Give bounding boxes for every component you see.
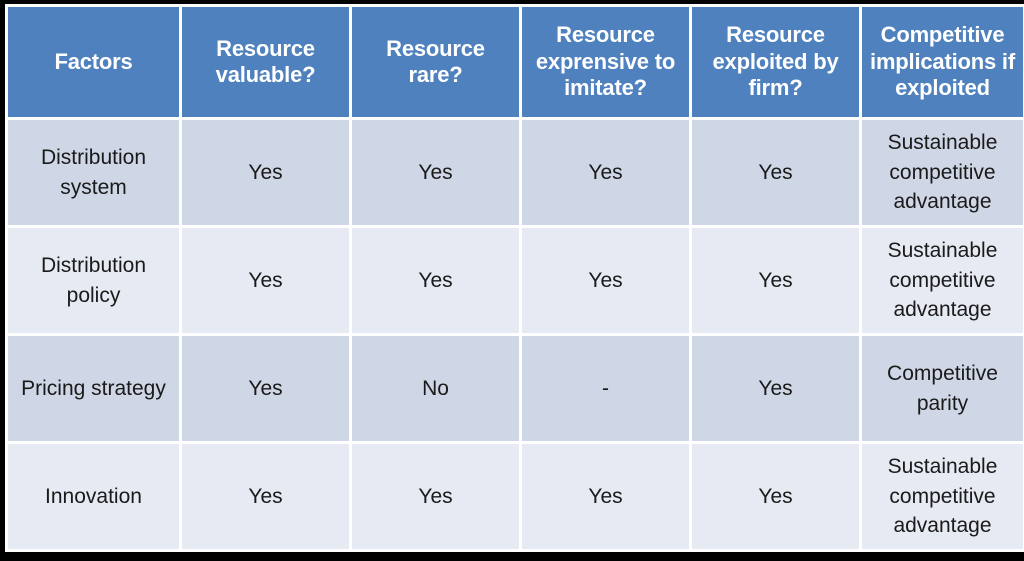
cell-competitive-implications-value: Competitive parity [887,361,998,415]
cell-resource-exploited-by-firm: Yes [692,336,859,441]
cell-resource-rare-value: Yes [418,268,453,292]
cell-resource-valuable: Yes [182,228,349,333]
header-row: Factors Resource valuable? Resource rare… [8,7,1023,117]
vrio-resource-analysis-table: Factors Resource valuable? Resource rare… [5,4,1024,552]
cell-resource-expensive-to-imitate: - [522,336,689,441]
cell-resource-exploited-by-firm: Yes [692,228,859,333]
cell-resource-exploited-by-firm-value: Yes [758,160,793,184]
column-header-resource-exploited-by-firm: Resource exploited by firm? [692,7,859,117]
cell-resource-exploited-by-firm-value: Yes [758,268,793,292]
column-header-competitive-implications: Competitive implications if exploited [862,7,1023,117]
table-row: Distribution policy Yes Yes Yes Yes Sust… [8,228,1023,333]
cell-competitive-implications-value: Sustainable competitive advantage [887,238,998,322]
cell-resource-rare-value: Yes [418,160,453,184]
cell-competitive-implications: Sustainable competitive advantage [862,444,1023,549]
column-header-resource-exploited-by-firm-label: Resource exploited by firm? [712,22,839,101]
cell-factor: Pricing strategy [8,336,179,441]
cell-factor: Distribution system [8,120,179,225]
cell-resource-expensive-to-imitate-value: Yes [588,484,623,508]
cell-resource-exploited-by-firm: Yes [692,120,859,225]
column-header-factors: Factors [8,7,179,117]
table-body: Distribution system Yes Yes Yes Yes Sust… [8,120,1023,549]
cell-resource-rare: Yes [352,120,519,225]
cell-resource-expensive-to-imitate: Yes [522,120,689,225]
cell-resource-rare-value: Yes [418,484,453,508]
cell-resource-valuable: Yes [182,444,349,549]
column-header-resource-valuable: Resource valuable? [182,7,349,117]
column-header-resource-expensive-to-imitate-label: Resource exprensive to imitate? [535,22,676,101]
cell-resource-valuable: Yes [182,336,349,441]
column-header-competitive-implications-label: Competitive implications if exploited [870,22,1015,101]
cell-resource-rare-value: No [422,376,449,400]
cell-competitive-implications: Sustainable competitive advantage [862,120,1023,225]
cell-resource-rare: No [352,336,519,441]
table-row: Pricing strategy Yes No - Yes Competitiv… [8,336,1023,441]
cell-factor-label: Pricing strategy [21,376,166,400]
cell-resource-exploited-by-firm-value: Yes [758,484,793,508]
cell-resource-rare: Yes [352,228,519,333]
cell-resource-expensive-to-imitate-value: Yes [588,160,623,184]
cell-factor-label: Innovation [45,484,142,508]
cell-competitive-implications-value: Sustainable competitive advantage [887,454,998,538]
column-header-resource-expensive-to-imitate: Resource exprensive to imitate? [522,7,689,117]
cell-resource-valuable-value: Yes [248,484,283,508]
column-header-resource-valuable-label: Resource valuable? [215,35,316,87]
cell-resource-expensive-to-imitate-value: Yes [588,268,623,292]
cell-resource-expensive-to-imitate: Yes [522,228,689,333]
table-frame: Factors Resource valuable? Resource rare… [0,0,1024,561]
cell-resource-valuable-value: Yes [248,268,283,292]
column-header-resource-rare-label: Resource rare? [386,35,485,87]
cell-factor: Distribution policy [8,228,179,333]
cell-factor: Innovation [8,444,179,549]
column-header-factors-label: Factors [54,48,133,74]
cell-resource-exploited-by-firm: Yes [692,444,859,549]
cell-competitive-implications: Competitive parity [862,336,1023,441]
table-header: Factors Resource valuable? Resource rare… [8,7,1023,117]
column-header-resource-rare: Resource rare? [352,7,519,117]
cell-competitive-implications-value: Sustainable competitive advantage [887,130,998,214]
cell-resource-expensive-to-imitate-value: - [602,376,609,400]
cell-factor-label: Distribution policy [40,253,147,307]
cell-resource-rare: Yes [352,444,519,549]
cell-resource-valuable: Yes [182,120,349,225]
cell-factor-label: Distribution system [40,145,147,199]
cell-resource-expensive-to-imitate: Yes [522,444,689,549]
cell-resource-exploited-by-firm-value: Yes [758,376,793,400]
cell-competitive-implications: Sustainable competitive advantage [862,228,1023,333]
cell-resource-valuable-value: Yes [248,376,283,400]
table-row: Innovation Yes Yes Yes Yes Sustainable c… [8,444,1023,549]
cell-resource-valuable-value: Yes [248,160,283,184]
table-row: Distribution system Yes Yes Yes Yes Sust… [8,120,1023,225]
